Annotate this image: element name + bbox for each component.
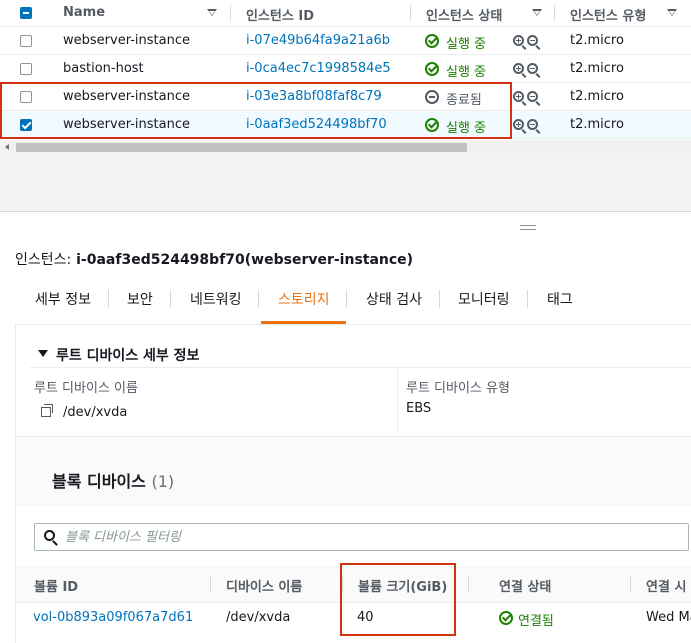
instances-table-header: Name 인스턴스 ID 인스턴스 상태 인스턴스 유형 xyxy=(0,0,691,27)
resize-handle-icon[interactable] xyxy=(520,225,536,230)
column-divider xyxy=(397,367,398,435)
column-header-volume-id[interactable]: 볼륨 ID xyxy=(34,576,78,595)
volume-attachment-time: Wed Ma xyxy=(646,610,691,625)
highlight-box xyxy=(340,563,456,636)
tab-divider xyxy=(258,290,259,308)
highlight-box xyxy=(0,82,512,139)
column-divider xyxy=(554,5,555,21)
tab-security[interactable]: 보안 xyxy=(127,289,153,309)
column-divider xyxy=(210,576,211,592)
attached-status-icon xyxy=(499,611,513,625)
column-header-attachment-status[interactable]: 연결 상태 xyxy=(499,576,551,595)
instance-name: webserver-instance xyxy=(63,33,190,48)
row-checkbox[interactable] xyxy=(20,35,32,47)
instance-name: bastion-host xyxy=(63,61,144,76)
column-header-instance-id[interactable]: 인스턴스 ID xyxy=(246,5,314,24)
block-devices-label: 블록 디바이스 xyxy=(52,472,146,491)
instance-state: 실행 중 xyxy=(446,37,487,52)
search-icon xyxy=(44,530,55,541)
table-row[interactable]: webserver-instance i-07e49b64fa9a21a6b 실… xyxy=(0,27,691,55)
root-device-type-value: EBS xyxy=(406,401,432,416)
instance-detail-title: 인스턴스: i-0aaf3ed524498bf70(webserver-inst… xyxy=(15,249,413,269)
instance-type: t2.micro xyxy=(570,117,624,132)
zoom-in-icon[interactable] xyxy=(513,119,524,130)
copy-icon[interactable] xyxy=(41,404,53,417)
zoom-out-icon[interactable] xyxy=(527,63,538,74)
column-header-instance-type[interactable]: 인스턴스 유형 xyxy=(570,5,646,24)
zoom-out-icon[interactable] xyxy=(527,119,538,130)
filter-icon[interactable] xyxy=(667,9,677,16)
volume-device-name: /dev/xvda xyxy=(226,610,291,625)
tab-divider xyxy=(439,290,440,308)
scrollbar-thumb[interactable] xyxy=(16,143,467,152)
horizontal-scrollbar[interactable] xyxy=(0,140,691,154)
detail-value: i-0aaf3ed524498bf70(webserver-instance) xyxy=(76,252,414,268)
column-divider xyxy=(468,576,469,592)
tab-storage[interactable]: 스토리지 xyxy=(278,289,330,309)
zoom-out-icon[interactable] xyxy=(527,35,538,46)
row-checkbox[interactable] xyxy=(20,63,32,75)
sort-icon[interactable] xyxy=(207,9,217,16)
volume-attachment-status: 연결됨 xyxy=(518,614,554,629)
detail-tabs: 세부 정보 보안 네트워킹 스토리지 상태 검사 모니터링 태그 xyxy=(15,276,691,325)
tab-networking[interactable]: 네트워킹 xyxy=(190,289,242,309)
column-divider xyxy=(630,576,631,592)
block-devices-title: 블록 디바이스 (1) xyxy=(52,468,174,492)
zoom-in-icon[interactable] xyxy=(513,35,524,46)
instance-state: 실행 중 xyxy=(446,65,487,80)
column-header-device-name[interactable]: 디바이스 이름 xyxy=(226,576,302,595)
tab-divider xyxy=(108,290,109,308)
root-device-name-value: /dev/xvda xyxy=(63,405,128,420)
tab-details[interactable]: 세부 정보 xyxy=(35,289,91,309)
instance-type: t2.micro xyxy=(570,61,624,76)
tab-monitoring[interactable]: 모니터링 xyxy=(458,289,510,309)
block-devices-count: (1) xyxy=(151,472,175,491)
table-row[interactable]: bastion-host i-0ca4ec7c1998584e5 실행 중 t2… xyxy=(0,55,691,83)
column-divider xyxy=(410,5,411,21)
filter-icon[interactable] xyxy=(532,9,542,16)
instance-type: t2.micro xyxy=(570,33,624,48)
column-divider xyxy=(230,5,231,21)
column-header-attachment-time[interactable]: 연결 시 xyxy=(646,576,686,595)
zoom-in-icon[interactable] xyxy=(513,63,524,74)
tab-status-checks[interactable]: 상태 검사 xyxy=(366,289,422,309)
root-device-section-title[interactable]: 루트 디바이스 세부 정보 xyxy=(56,345,199,365)
column-header-instance-state[interactable]: 인스턴스 상태 xyxy=(426,5,502,24)
tab-tags[interactable]: 태그 xyxy=(547,289,573,309)
zoom-in-icon[interactable] xyxy=(513,91,524,102)
instance-id-link[interactable]: i-07e49b64fa9a21a6b xyxy=(246,33,390,48)
running-status-icon xyxy=(425,62,439,76)
tab-divider xyxy=(346,290,347,308)
divider xyxy=(30,367,691,368)
block-device-filter[interactable] xyxy=(34,523,689,551)
split-panel-gap xyxy=(0,154,691,212)
collapse-caret-icon[interactable] xyxy=(38,350,48,357)
instance-id-link[interactable]: i-0ca4ec7c1998584e5 xyxy=(246,61,391,76)
active-tab-underline xyxy=(261,321,346,324)
zoom-out-icon[interactable] xyxy=(527,91,538,102)
root-device-type-label: 루트 디바이스 유형 xyxy=(406,381,510,396)
tab-divider xyxy=(170,290,171,308)
detail-label: 인스턴스: xyxy=(15,252,72,268)
tab-divider xyxy=(527,290,528,308)
volume-id-link[interactable]: vol-0b893a09f067a7d61 xyxy=(33,610,193,625)
root-device-name-label: 루트 디바이스 이름 xyxy=(34,381,138,396)
select-all-checkbox[interactable] xyxy=(20,7,32,19)
instance-type: t2.micro xyxy=(570,89,624,104)
block-device-filter-input[interactable] xyxy=(65,528,665,546)
running-status-icon xyxy=(425,34,439,48)
scroll-left-icon[interactable] xyxy=(5,144,9,150)
column-header-name[interactable]: Name xyxy=(63,5,105,20)
